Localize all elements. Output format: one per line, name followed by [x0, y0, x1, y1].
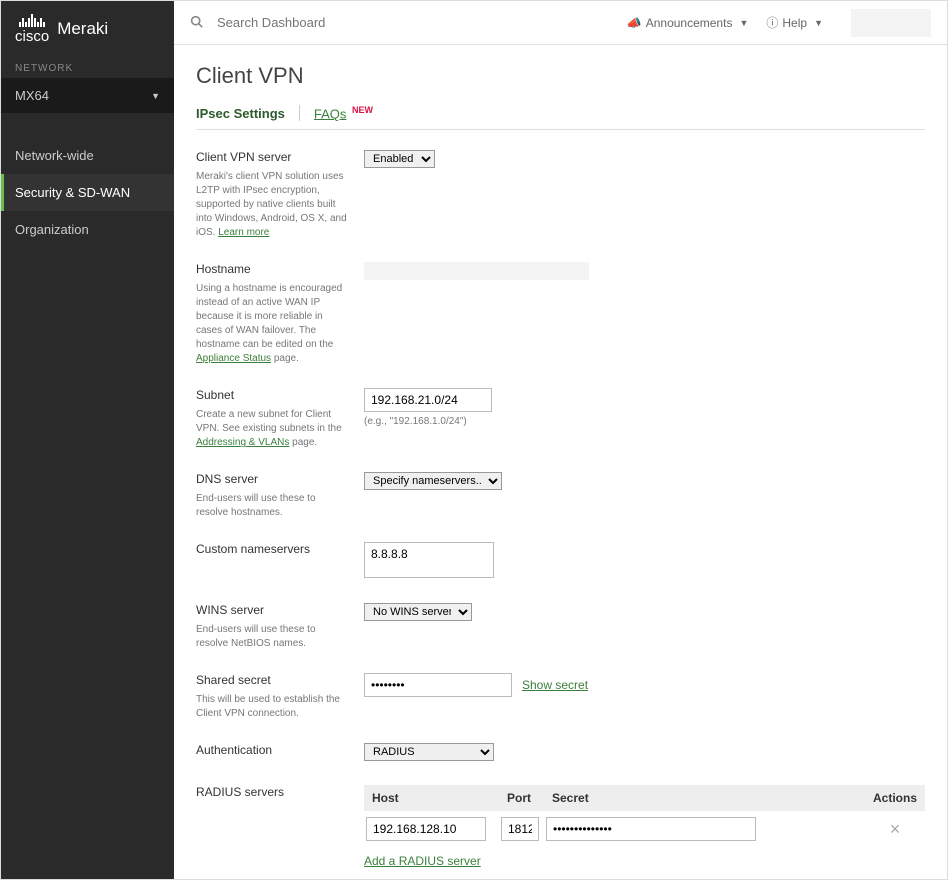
subnet-help: Create a new subnet for Client VPN. See …	[196, 408, 348, 450]
hostname-label: Hostname	[196, 262, 348, 276]
show-secret-link[interactable]: Show secret	[522, 678, 588, 692]
chevron-down-icon: ▼	[151, 91, 160, 101]
network-label: NETWORK	[1, 63, 174, 78]
custom-ns-input[interactable]: 8.8.8.8	[364, 542, 494, 578]
search-input[interactable]	[211, 11, 411, 34]
hostname-value	[364, 262, 589, 280]
custom-ns-label: Custom nameservers	[196, 542, 348, 556]
radius-label: RADIUS servers	[196, 785, 348, 799]
cisco-bars-icon	[19, 13, 45, 27]
wins-help: End-users will use these to resolve NetB…	[196, 623, 348, 651]
dns-label: DNS server	[196, 472, 348, 486]
secret-help: This will be used to establish the Clien…	[196, 693, 348, 721]
topbar: 📣 Announcements ▼ ⓘ Help ▼	[174, 1, 947, 45]
brand-logo: cisco Meraki	[1, 1, 174, 63]
client-vpn-server-label: Client VPN server	[196, 150, 348, 164]
search-icon	[190, 15, 203, 31]
radius-table: Host Port Secret Actions ×	[364, 785, 925, 847]
hostname-help: Using a hostname is encouraged instead o…	[196, 282, 348, 366]
wins-select[interactable]: No WINS servers	[364, 603, 472, 621]
chevron-down-icon: ▼	[814, 18, 823, 28]
user-menu[interactable]	[851, 9, 931, 37]
auth-label: Authentication	[196, 743, 348, 757]
col-port: Port	[499, 785, 544, 811]
learn-more-link[interactable]: Learn more	[218, 227, 269, 238]
radius-secret-input[interactable]	[546, 817, 756, 841]
client-vpn-server-help: Meraki's client VPN solution uses L2TP w…	[196, 170, 348, 240]
new-badge: NEW	[352, 105, 373, 115]
subnet-label: Subnet	[196, 388, 348, 402]
table-header-row: Host Port Secret Actions	[364, 785, 925, 811]
wins-label: WINS server	[196, 603, 348, 617]
announcements-link[interactable]: 📣 Announcements ▼	[627, 16, 749, 30]
bullhorn-icon: 📣	[627, 16, 642, 30]
tab-ipsec-settings[interactable]: IPsec Settings	[196, 106, 285, 129]
dns-help: End-users will use these to resolve host…	[196, 492, 348, 520]
table-row: ×	[364, 811, 925, 847]
network-value: MX64	[15, 88, 49, 103]
help-link[interactable]: ⓘ Help ▼	[766, 14, 823, 31]
tabs: IPsec Settings FAQs NEW	[196, 105, 925, 130]
page-title: Client VPN	[196, 63, 925, 89]
col-host: Host	[364, 785, 499, 811]
sidebar-item-network-wide[interactable]: Network-wide	[1, 137, 174, 174]
radius-port-input[interactable]	[501, 817, 539, 841]
subnet-hint: (e.g., "192.168.1.0/24")	[364, 416, 925, 427]
sidebar-item-security-sdwan[interactable]: Security & SD-WAN	[1, 174, 174, 211]
addressing-vlans-link[interactable]: Addressing & VLANs	[196, 437, 289, 448]
chevron-down-icon: ▼	[739, 18, 748, 28]
secret-label: Shared secret	[196, 673, 348, 687]
auth-select[interactable]: RADIUS	[364, 743, 494, 761]
radius-host-input[interactable]	[366, 817, 486, 841]
tab-faqs[interactable]: FAQs NEW	[314, 105, 373, 129]
remove-row-button[interactable]: ×	[865, 811, 925, 847]
client-vpn-server-select[interactable]: Enabled	[364, 150, 435, 168]
col-secret: Secret	[544, 785, 865, 811]
subnet-input[interactable]	[364, 388, 492, 412]
secret-input[interactable]	[364, 673, 512, 697]
add-radius-server-link[interactable]: Add a RADIUS server	[364, 854, 481, 868]
col-actions: Actions	[865, 785, 925, 811]
brand-meraki: Meraki	[57, 19, 108, 39]
appliance-status-link[interactable]: Appliance Status	[196, 353, 271, 364]
sidebar-item-organization[interactable]: Organization	[1, 211, 174, 248]
help-icon: ⓘ	[766, 14, 778, 31]
brand-cisco: cisco	[15, 28, 49, 45]
dns-select[interactable]: Specify nameservers...	[364, 472, 502, 490]
sidebar: cisco Meraki NETWORK MX64 ▼ Network-wide…	[1, 1, 174, 879]
network-selector[interactable]: MX64 ▼	[1, 78, 174, 113]
